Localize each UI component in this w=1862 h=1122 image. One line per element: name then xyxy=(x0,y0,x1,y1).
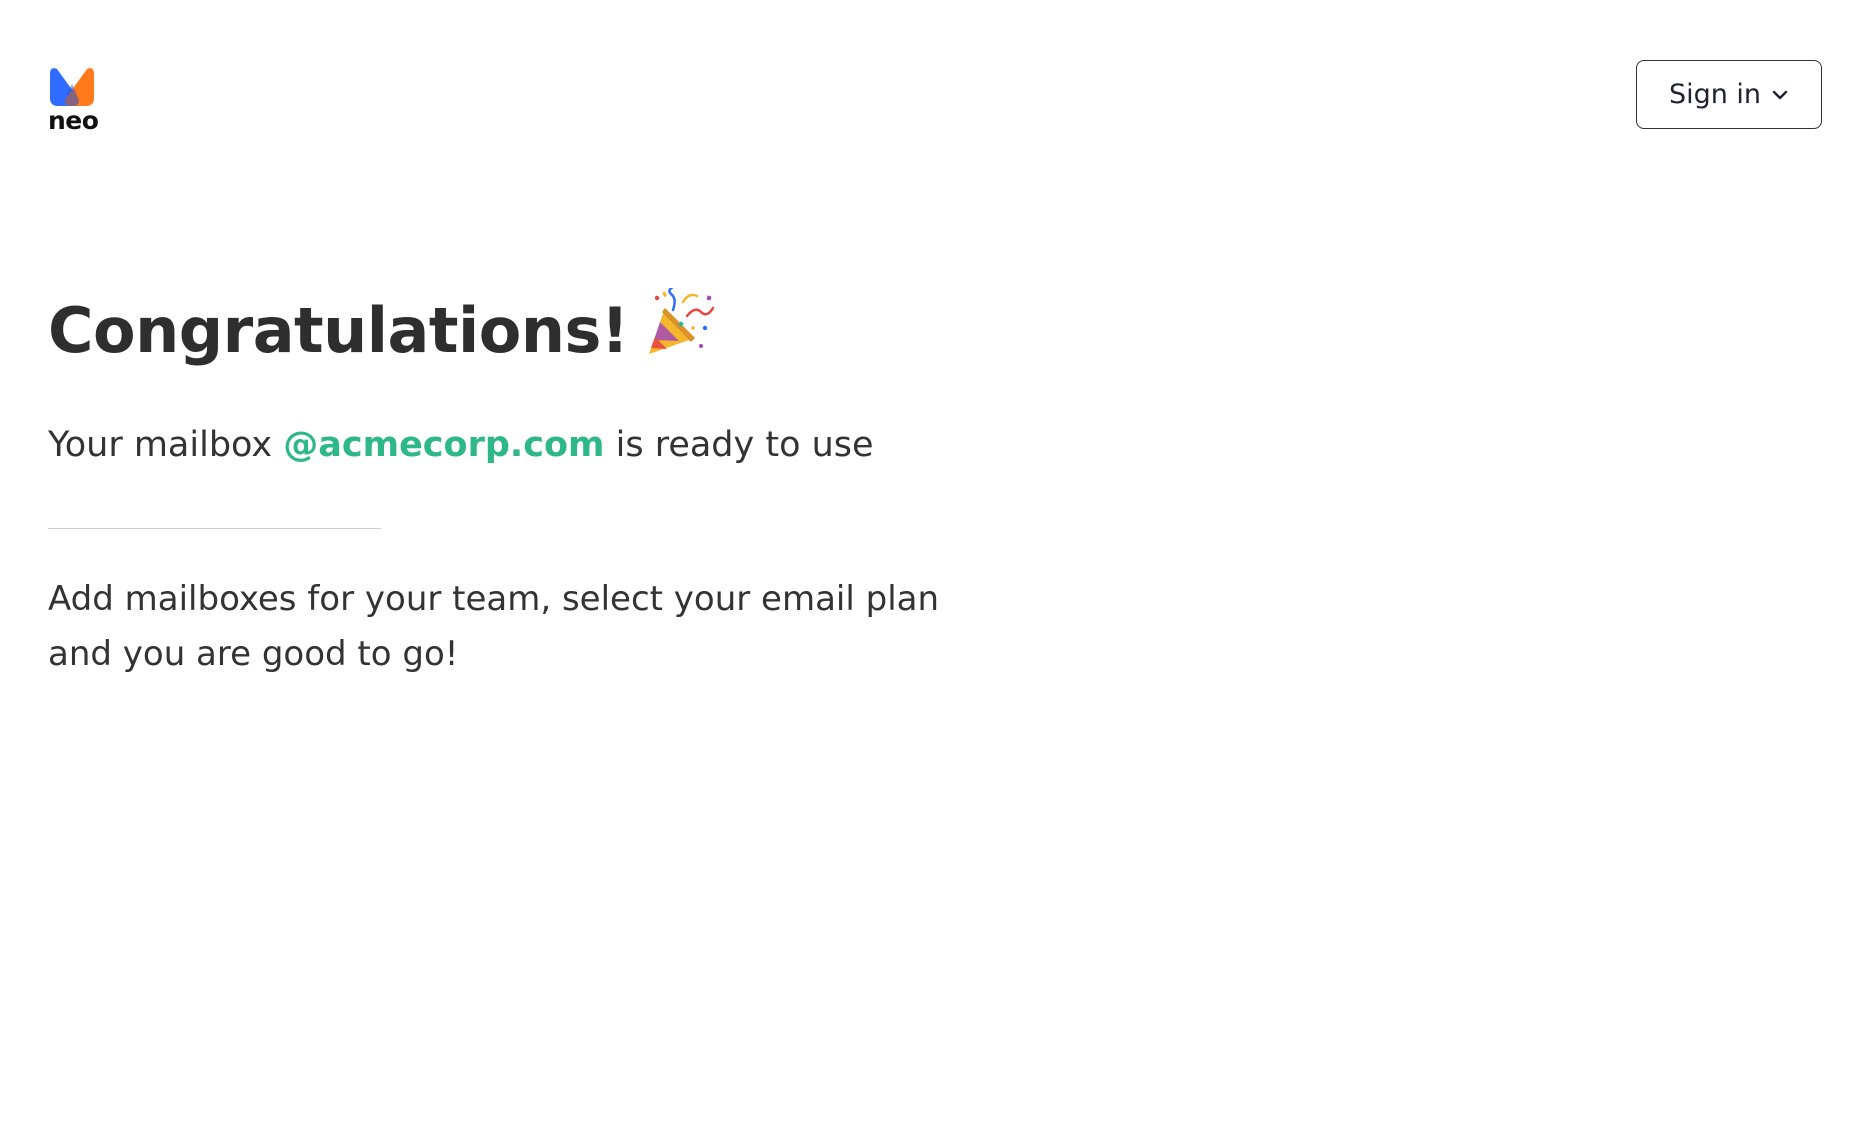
next-steps-line-2: and you are good to go! xyxy=(48,634,459,674)
mailbox-domain: @acmecorp.com xyxy=(283,425,605,465)
mailbox-ready-message: Your mailbox @acmecorp.com is ready to u… xyxy=(48,424,874,466)
section-divider xyxy=(48,528,381,529)
congratulations-heading: Congratulations! xyxy=(48,288,715,367)
logo-wordmark: neo xyxy=(48,106,99,135)
sign-in-label: Sign in xyxy=(1668,79,1762,110)
party-popper-icon xyxy=(648,288,714,354)
headline-text: Congratulations! xyxy=(48,294,629,367)
neo-logo[interactable]: neo xyxy=(48,64,100,136)
sign-in-button[interactable]: Sign in xyxy=(1636,60,1822,129)
next-steps-line-1: Add mailboxes for your team, select your… xyxy=(48,579,940,619)
chevron-down-icon xyxy=(1772,90,1788,99)
neo-logo-icon xyxy=(50,68,94,106)
subline-prefix: Your mailbox xyxy=(48,425,284,465)
subline-suffix: is ready to use xyxy=(604,425,874,465)
next-steps-text: Add mailboxes for your team, select your… xyxy=(48,572,1048,682)
